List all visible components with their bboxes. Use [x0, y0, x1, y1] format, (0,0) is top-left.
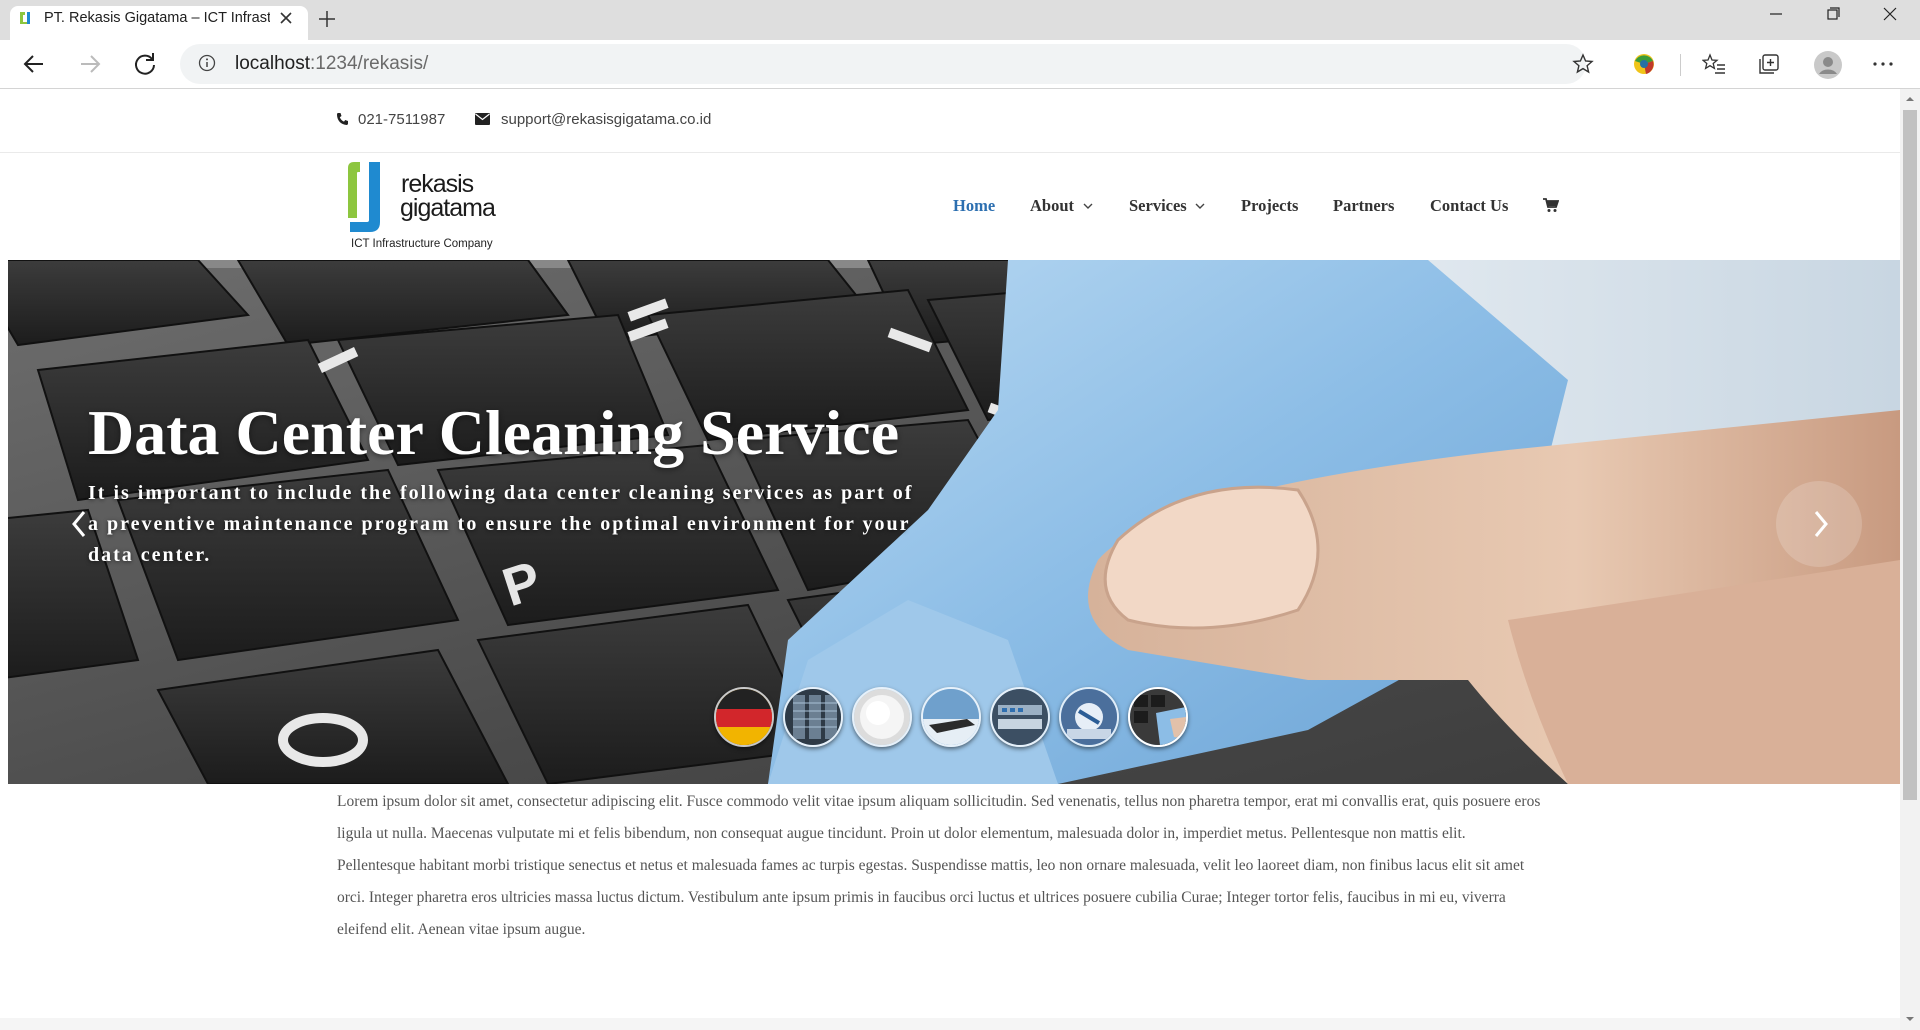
- slider-prev-arrow-icon[interactable]: [36, 479, 126, 569]
- page-bottom-strip: [0, 1018, 1900, 1030]
- hero-description: It is important to include the following…: [88, 482, 914, 566]
- profile-avatar-icon[interactable]: [1813, 50, 1843, 80]
- phone-icon: [336, 112, 349, 126]
- url-path: :1234/rekasis/: [310, 53, 429, 74]
- support-email[interactable]: support@rekasisgigatama.co.id: [501, 111, 711, 129]
- scrollbar-thumb[interactable]: [1903, 110, 1917, 800]
- toolbar-separator: [1680, 54, 1681, 76]
- reload-icon[interactable]: [127, 46, 163, 82]
- slide-thumbnail[interactable]: [783, 687, 843, 747]
- slide-thumbnail[interactable]: [1059, 687, 1119, 747]
- nav-projects[interactable]: Projects: [1241, 196, 1298, 216]
- collections-icon[interactable]: [1758, 53, 1780, 75]
- more-options-icon[interactable]: [1872, 56, 1894, 72]
- hero-title: Data Center Cleaning Service: [88, 397, 900, 468]
- chevron-down-icon[interactable]: [1195, 202, 1205, 210]
- nav-home[interactable]: Home: [953, 196, 995, 216]
- logo-tagline: ICT Infrastructure Company: [351, 238, 493, 250]
- url-text[interactable]: localhost:1234/rekasis/: [235, 52, 428, 76]
- extension-icon[interactable]: [1632, 52, 1656, 76]
- favorite-star-icon[interactable]: [1572, 53, 1594, 75]
- nav-about[interactable]: About: [1030, 196, 1074, 216]
- restore-icon[interactable]: [1805, 0, 1861, 30]
- new-tab-icon[interactable]: [318, 10, 336, 28]
- intro-paragraph: Lorem ipsum dolor sit amet, consectetur …: [337, 793, 1541, 938]
- site-info-icon[interactable]: [198, 54, 216, 72]
- slider-next-arrow-icon[interactable]: [1774, 479, 1864, 569]
- shopping-cart-icon[interactable]: [1543, 197, 1559, 213]
- envelope-icon: [475, 113, 490, 125]
- slide-thumbnail[interactable]: [990, 687, 1050, 747]
- chevron-down-icon[interactable]: [1083, 202, 1093, 210]
- site-favicon-icon: [18, 10, 32, 26]
- tab-title: PT. Rekasis Gigatama – ICT Infrastructur…: [44, 10, 270, 26]
- tab-close-icon[interactable]: [278, 10, 294, 26]
- slide-thumbnail[interactable]: [714, 687, 774, 747]
- slide-thumbnail[interactable]: [852, 687, 912, 747]
- contact-topbar: [0, 89, 1900, 153]
- window-close-icon[interactable]: [1862, 0, 1918, 30]
- scroll-down-arrow-icon[interactable]: [1900, 1012, 1920, 1026]
- back-arrow-icon[interactable]: [16, 46, 52, 82]
- url-host: localhost: [235, 53, 310, 74]
- logo-word-rekasis: rekasis: [401, 170, 474, 198]
- forward-arrow-icon[interactable]: [72, 46, 108, 82]
- logo-word-gigatama: gigatama: [400, 194, 496, 222]
- slide-thumbnail-active[interactable]: [1128, 687, 1188, 747]
- scroll-up-arrow-icon[interactable]: [1900, 92, 1920, 106]
- phone-number[interactable]: 021-7511987: [358, 111, 445, 129]
- nav-partners[interactable]: Partners: [1333, 196, 1394, 216]
- favorites-icon[interactable]: [1702, 53, 1726, 75]
- nav-contact-us[interactable]: Contact Us: [1430, 196, 1508, 216]
- minimize-icon[interactable]: [1748, 0, 1804, 30]
- nav-services[interactable]: Services: [1129, 196, 1187, 216]
- slide-thumbnail[interactable]: [921, 687, 981, 747]
